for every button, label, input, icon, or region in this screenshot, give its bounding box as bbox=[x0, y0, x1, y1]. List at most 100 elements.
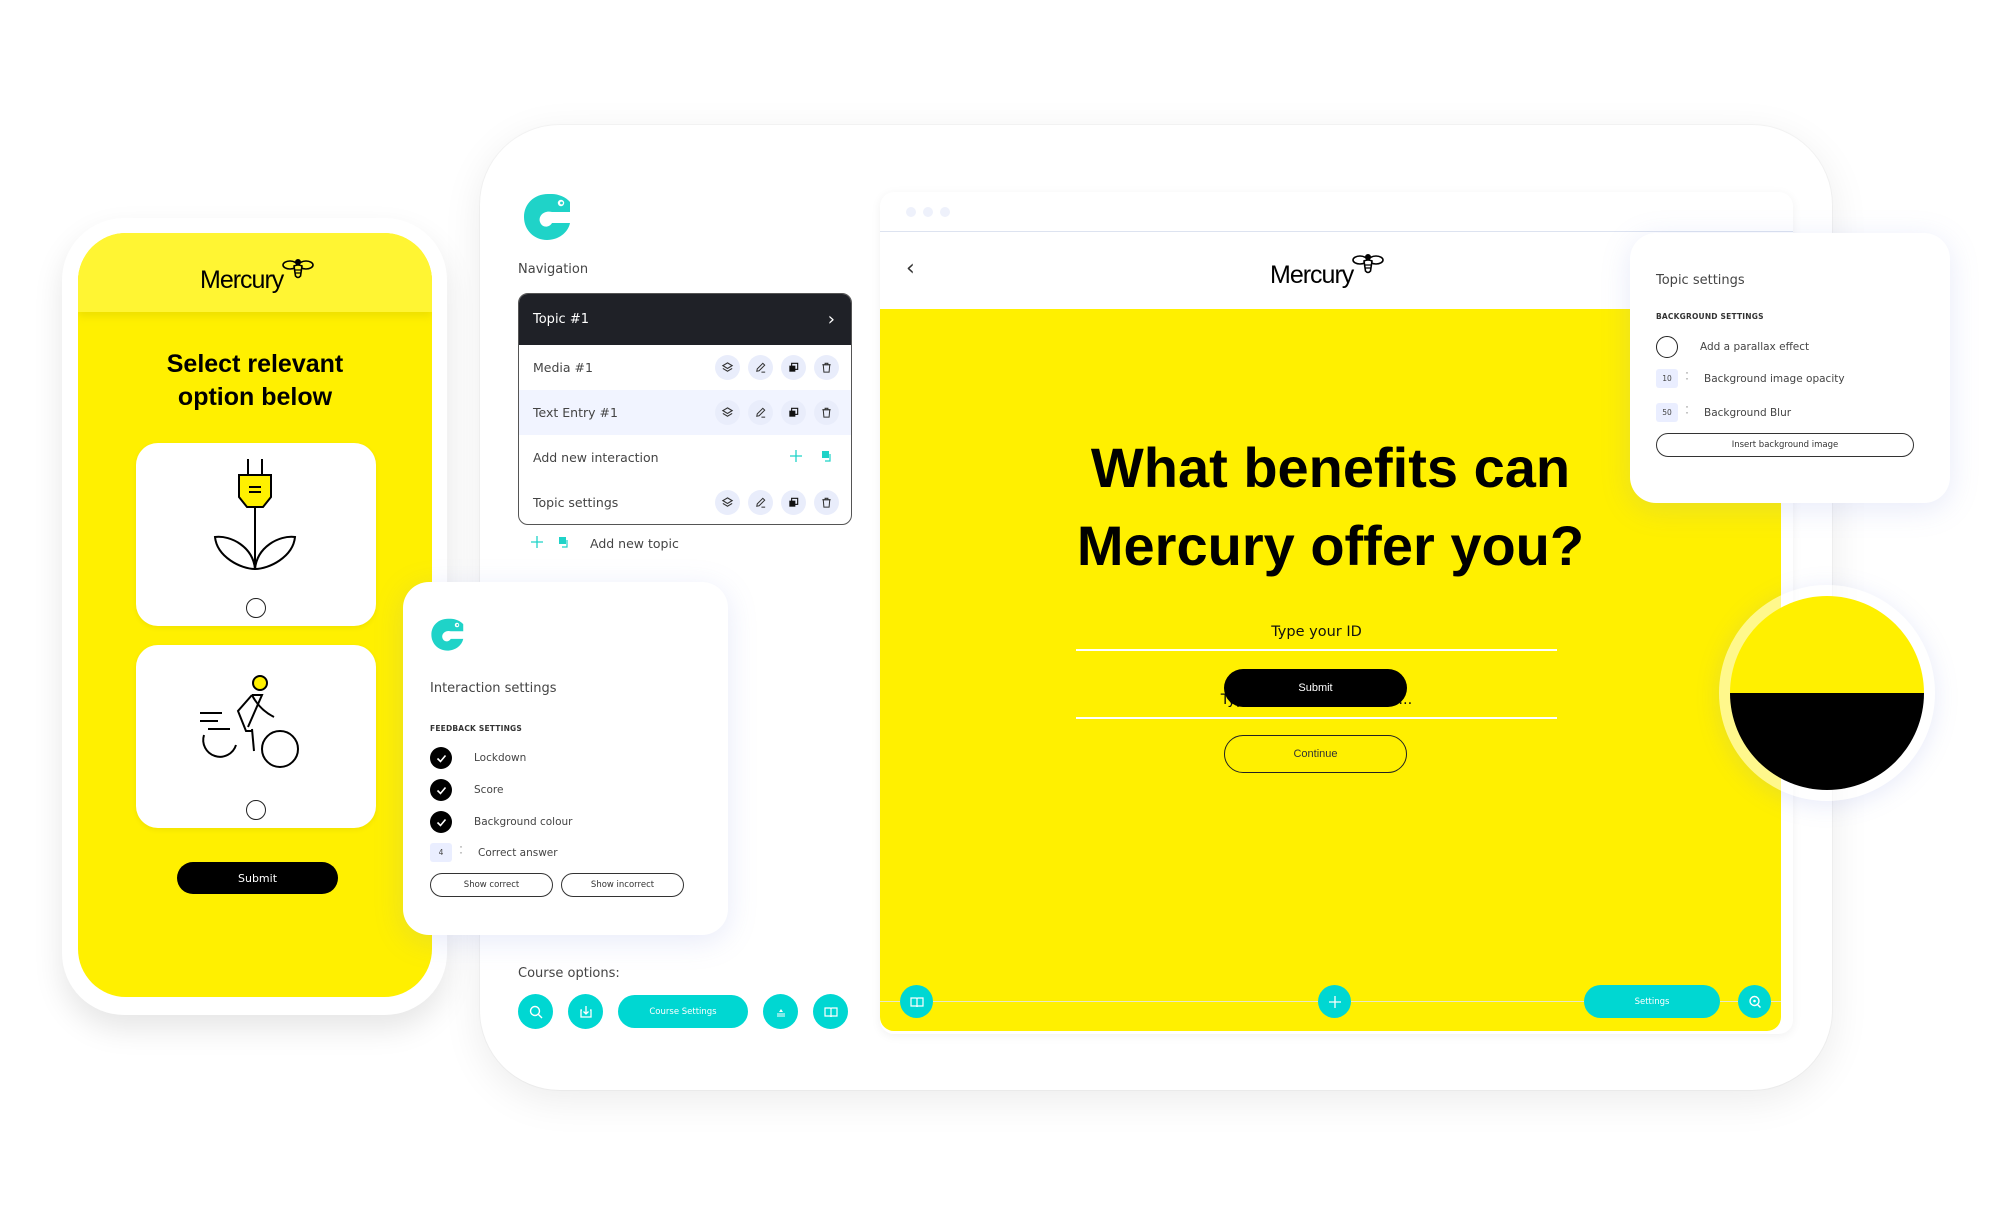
show-incorrect-button[interactable]: Show incorrect bbox=[561, 873, 684, 897]
insert-background-image-button[interactable]: Insert background image bbox=[1656, 433, 1914, 457]
nav-row-topic-settings[interactable]: Topic settings bbox=[519, 480, 851, 524]
eject-button[interactable] bbox=[763, 994, 798, 1029]
nav-row-media[interactable]: Media #1 bbox=[519, 345, 851, 390]
topic-header[interactable]: Topic #1 › bbox=[519, 294, 851, 345]
plug-plant-icon bbox=[213, 459, 297, 571]
checkbox-checked[interactable] bbox=[430, 779, 452, 801]
mercury-logo: Mercury bbox=[1270, 250, 1385, 290]
phone-submit-button[interactable]: Submit bbox=[177, 862, 338, 894]
add-new-topic-label: Add new topic bbox=[590, 536, 679, 551]
course-options-toolbar: Course Settings bbox=[518, 994, 848, 1029]
background-settings-label: BACKGROUND SETTINGS bbox=[1656, 312, 1764, 321]
submit-button[interactable]: Submit bbox=[1224, 669, 1407, 707]
trash-icon[interactable] bbox=[814, 355, 839, 380]
stepper-arrows-icon[interactable]: ˆˇ bbox=[457, 846, 465, 859]
topic-settings-title: Topic settings bbox=[1656, 273, 1745, 288]
brand-name: Mercury bbox=[1270, 261, 1354, 289]
score-option[interactable]: Score bbox=[430, 779, 702, 801]
edit-icon[interactable] bbox=[748, 355, 773, 380]
headline-line-2: Mercury offer you? bbox=[1076, 514, 1585, 577]
opacity-stepper[interactable]: 10 bbox=[1656, 369, 1678, 388]
option-radio[interactable] bbox=[246, 800, 266, 820]
brand-name: Mercury bbox=[200, 266, 284, 294]
plus-icon[interactable] bbox=[789, 449, 803, 466]
eject-icon bbox=[776, 1008, 785, 1017]
chameleon-logo-icon bbox=[431, 618, 464, 651]
bee-icon bbox=[282, 259, 315, 279]
opacity-label: Background image opacity bbox=[1704, 372, 1845, 385]
settings-button[interactable]: Settings bbox=[1584, 985, 1720, 1018]
app-logo bbox=[522, 190, 574, 246]
show-correct-button[interactable]: Show correct bbox=[430, 873, 553, 897]
parallax-option[interactable]: Add a parallax effect bbox=[1656, 336, 1924, 358]
option-card-cyclist[interactable] bbox=[136, 645, 376, 828]
duplicate-icon[interactable] bbox=[781, 400, 806, 425]
stepper-arrows-icon[interactable]: ˆˇ bbox=[1683, 406, 1691, 419]
edit-icon[interactable] bbox=[748, 400, 773, 425]
score-label: Score bbox=[474, 784, 504, 796]
zoom-button[interactable] bbox=[1738, 985, 1771, 1018]
course-options-label: Course options: bbox=[518, 966, 620, 981]
checkbox-checked[interactable] bbox=[430, 811, 452, 833]
zoom-icon bbox=[1748, 995, 1761, 1008]
lockdown-option[interactable]: Lockdown bbox=[430, 747, 702, 769]
duplicate-icon[interactable] bbox=[781, 490, 806, 515]
search-icon bbox=[529, 1005, 542, 1018]
checkbox-checked[interactable] bbox=[430, 747, 452, 769]
copy-icon[interactable] bbox=[821, 450, 833, 465]
browser-title-bar bbox=[880, 192, 1793, 232]
check-icon bbox=[436, 754, 446, 763]
check-icon bbox=[436, 818, 446, 827]
option-radio[interactable] bbox=[246, 598, 266, 618]
edit-icon[interactable] bbox=[748, 490, 773, 515]
phone-question-title: Select relevant option below bbox=[78, 348, 432, 414]
layers-icon[interactable] bbox=[715, 490, 740, 515]
blur-stepper[interactable]: 50 bbox=[1656, 403, 1678, 422]
add-button[interactable] bbox=[1318, 985, 1351, 1018]
option-card-plant[interactable] bbox=[136, 443, 376, 626]
book-icon bbox=[823, 1006, 838, 1017]
trash-icon[interactable] bbox=[814, 400, 839, 425]
topic-label: Topic #1 bbox=[533, 312, 589, 327]
background-colour-option[interactable]: Background colour bbox=[430, 811, 702, 833]
layers-icon[interactable] bbox=[715, 400, 740, 425]
background-colour-label: Background colour bbox=[474, 816, 573, 828]
window-dot bbox=[940, 207, 950, 217]
book-button[interactable] bbox=[813, 994, 848, 1029]
correct-answer-stepper[interactable]: 4 bbox=[430, 843, 452, 862]
bee-icon bbox=[1352, 254, 1385, 274]
add-new-topic-button[interactable]: Add new topic bbox=[530, 535, 679, 552]
parallax-radio[interactable] bbox=[1656, 336, 1678, 358]
course-settings-button[interactable]: Course Settings bbox=[618, 995, 748, 1028]
duplicate-icon[interactable] bbox=[781, 355, 806, 380]
stepper-arrows-icon[interactable]: ˆˇ bbox=[1683, 372, 1691, 385]
blur-label: Background Blur bbox=[1704, 406, 1792, 419]
check-icon bbox=[436, 786, 446, 795]
feedback-settings-label: FEEDBACK SETTINGS bbox=[430, 724, 522, 733]
search-button[interactable] bbox=[518, 994, 553, 1029]
nav-row-label: Topic settings bbox=[533, 495, 619, 510]
topic-settings-panel: Topic settings BACKGROUND SETTINGS Add a… bbox=[1630, 233, 1950, 503]
download-button[interactable] bbox=[568, 994, 603, 1029]
chevron-left-icon[interactable]: ‹ bbox=[906, 256, 915, 281]
lockdown-label: Lockdown bbox=[474, 752, 527, 764]
continue-button[interactable]: Continue bbox=[1224, 735, 1407, 773]
trash-icon[interactable] bbox=[814, 490, 839, 515]
title-line-2: option below bbox=[177, 383, 333, 411]
phone-screen: Mercury Select relevant option below Sub… bbox=[78, 233, 432, 997]
download-icon bbox=[579, 1005, 592, 1018]
nav-row-add-interaction[interactable]: Add new interaction bbox=[519, 435, 851, 480]
nav-row-label: Text Entry #1 bbox=[533, 405, 618, 420]
id-input[interactable]: Type your ID bbox=[1076, 624, 1557, 651]
book-button[interactable] bbox=[900, 985, 933, 1018]
chevron-right-icon[interactable]: › bbox=[828, 309, 835, 330]
navigation-title: Navigation bbox=[518, 262, 589, 277]
feedback-buttons: Show correct Show incorrect bbox=[430, 873, 702, 897]
nav-row-text-entry[interactable]: Text Entry #1 bbox=[519, 390, 851, 435]
colour-swatch[interactable] bbox=[1719, 585, 1935, 801]
nav-row-label: Add new interaction bbox=[533, 450, 659, 465]
window-dot bbox=[923, 207, 933, 217]
colour-swatch-fill bbox=[1730, 596, 1924, 790]
opacity-option: 10 ˆˇ Background image opacity bbox=[1656, 369, 1924, 388]
layers-icon[interactable] bbox=[715, 355, 740, 380]
